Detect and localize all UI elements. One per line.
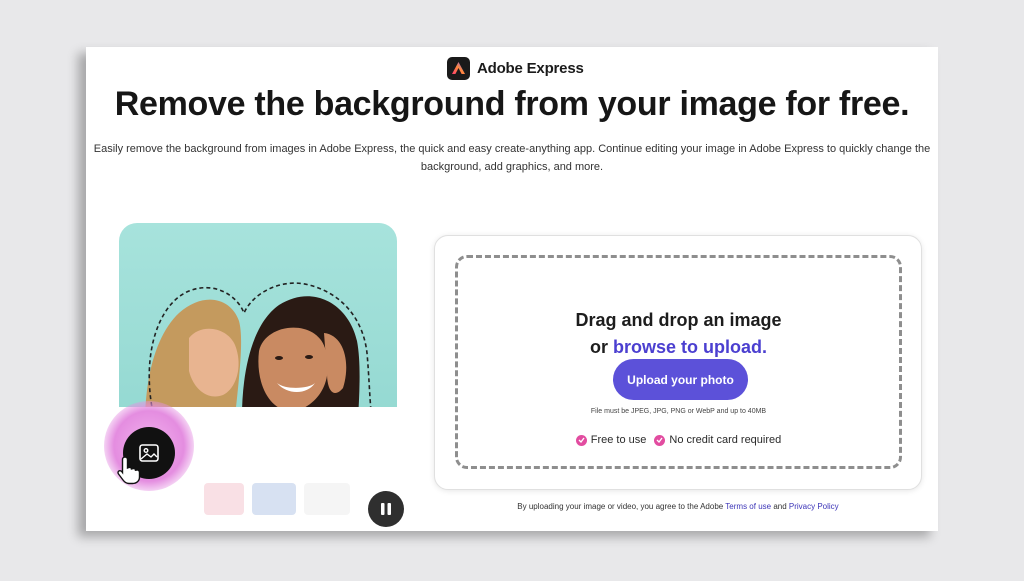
privacy-link[interactable]: Privacy Policy bbox=[789, 502, 839, 511]
drag-drop-text: Drag and drop an image bbox=[575, 310, 782, 330]
perk-free: Free to use bbox=[575, 434, 647, 446]
browse-link[interactable]: browse to upload. bbox=[613, 337, 767, 357]
legal-notice: By uploading your image or video, you ag… bbox=[434, 502, 922, 511]
legal-prefix: By uploading your image or video, you ag… bbox=[517, 502, 726, 511]
perk-label: No credit card required bbox=[669, 434, 782, 446]
adobe-express-logo-icon bbox=[447, 56, 470, 80]
brand-name: Adobe Express bbox=[477, 59, 584, 77]
pause-button[interactable] bbox=[368, 491, 404, 527]
page-title: Remove the background from your image fo… bbox=[114, 85, 910, 123]
or-text: or bbox=[589, 337, 613, 357]
upload-panel: Drag and drop an image or browse to uplo… bbox=[434, 235, 922, 490]
description-line-1: Easily remove the background from images… bbox=[93, 143, 931, 155]
thumbnail[interactable] bbox=[252, 483, 296, 515]
drop-zone[interactable]: Drag and drop an image or browse to uplo… bbox=[455, 255, 902, 469]
terms-link[interactable]: Terms of use bbox=[725, 502, 771, 511]
image-icon bbox=[139, 444, 159, 462]
browse-line: or browse to upload. bbox=[458, 337, 899, 358]
pause-icon bbox=[381, 503, 391, 515]
perk-label: Free to use bbox=[590, 434, 647, 446]
file-requirements: File must be JPEG, JPG, PNG or WebP and … bbox=[590, 408, 767, 415]
check-icon bbox=[575, 434, 587, 446]
perk-no-card: No credit card required bbox=[654, 434, 781, 446]
cursor-hand-icon bbox=[117, 456, 141, 485]
main-card: Adobe Express Remove the background from… bbox=[86, 47, 938, 531]
perks-list: Free to use No credit card required bbox=[458, 434, 899, 446]
legal-and: and bbox=[771, 502, 789, 511]
brand-header[interactable]: Adobe Express bbox=[447, 56, 584, 80]
description-line-2: background, add graphics, and more. bbox=[420, 161, 604, 173]
page-description: Easily remove the background from images… bbox=[86, 140, 938, 176]
thumbnail[interactable] bbox=[304, 483, 350, 515]
check-icon bbox=[654, 434, 666, 446]
upload-photo-button[interactable]: Upload your photo bbox=[613, 359, 748, 400]
thumbnail[interactable] bbox=[204, 483, 244, 515]
